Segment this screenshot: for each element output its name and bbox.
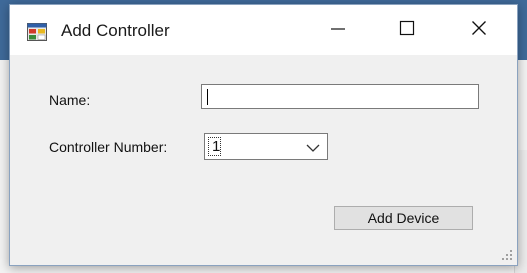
close-icon: [471, 20, 487, 41]
chevron-down-icon[interactable]: [305, 141, 321, 153]
add-controller-dialog: Add Controller Name: Controller Number:: [9, 4, 518, 266]
window-title: Add Controller: [61, 21, 170, 40]
app-window-icon: [27, 23, 47, 41]
name-label: Name:: [49, 92, 91, 108]
name-input[interactable]: [201, 84, 479, 109]
maximize-icon: [399, 20, 415, 41]
close-button[interactable]: [456, 5, 502, 55]
controller-number-label: Controller Number:: [49, 139, 168, 155]
text-caret: [207, 89, 208, 105]
title-bar[interactable]: Add Controller: [10, 5, 517, 55]
maximize-button[interactable]: [384, 5, 430, 55]
minimize-icon: [330, 20, 346, 41]
controller-number-select[interactable]: 1: [204, 133, 328, 160]
add-device-button[interactable]: Add Device: [334, 206, 473, 230]
resize-grip-icon[interactable]: [500, 248, 514, 262]
controller-number-value: 1: [212, 138, 221, 155]
minimize-button[interactable]: [315, 5, 361, 55]
